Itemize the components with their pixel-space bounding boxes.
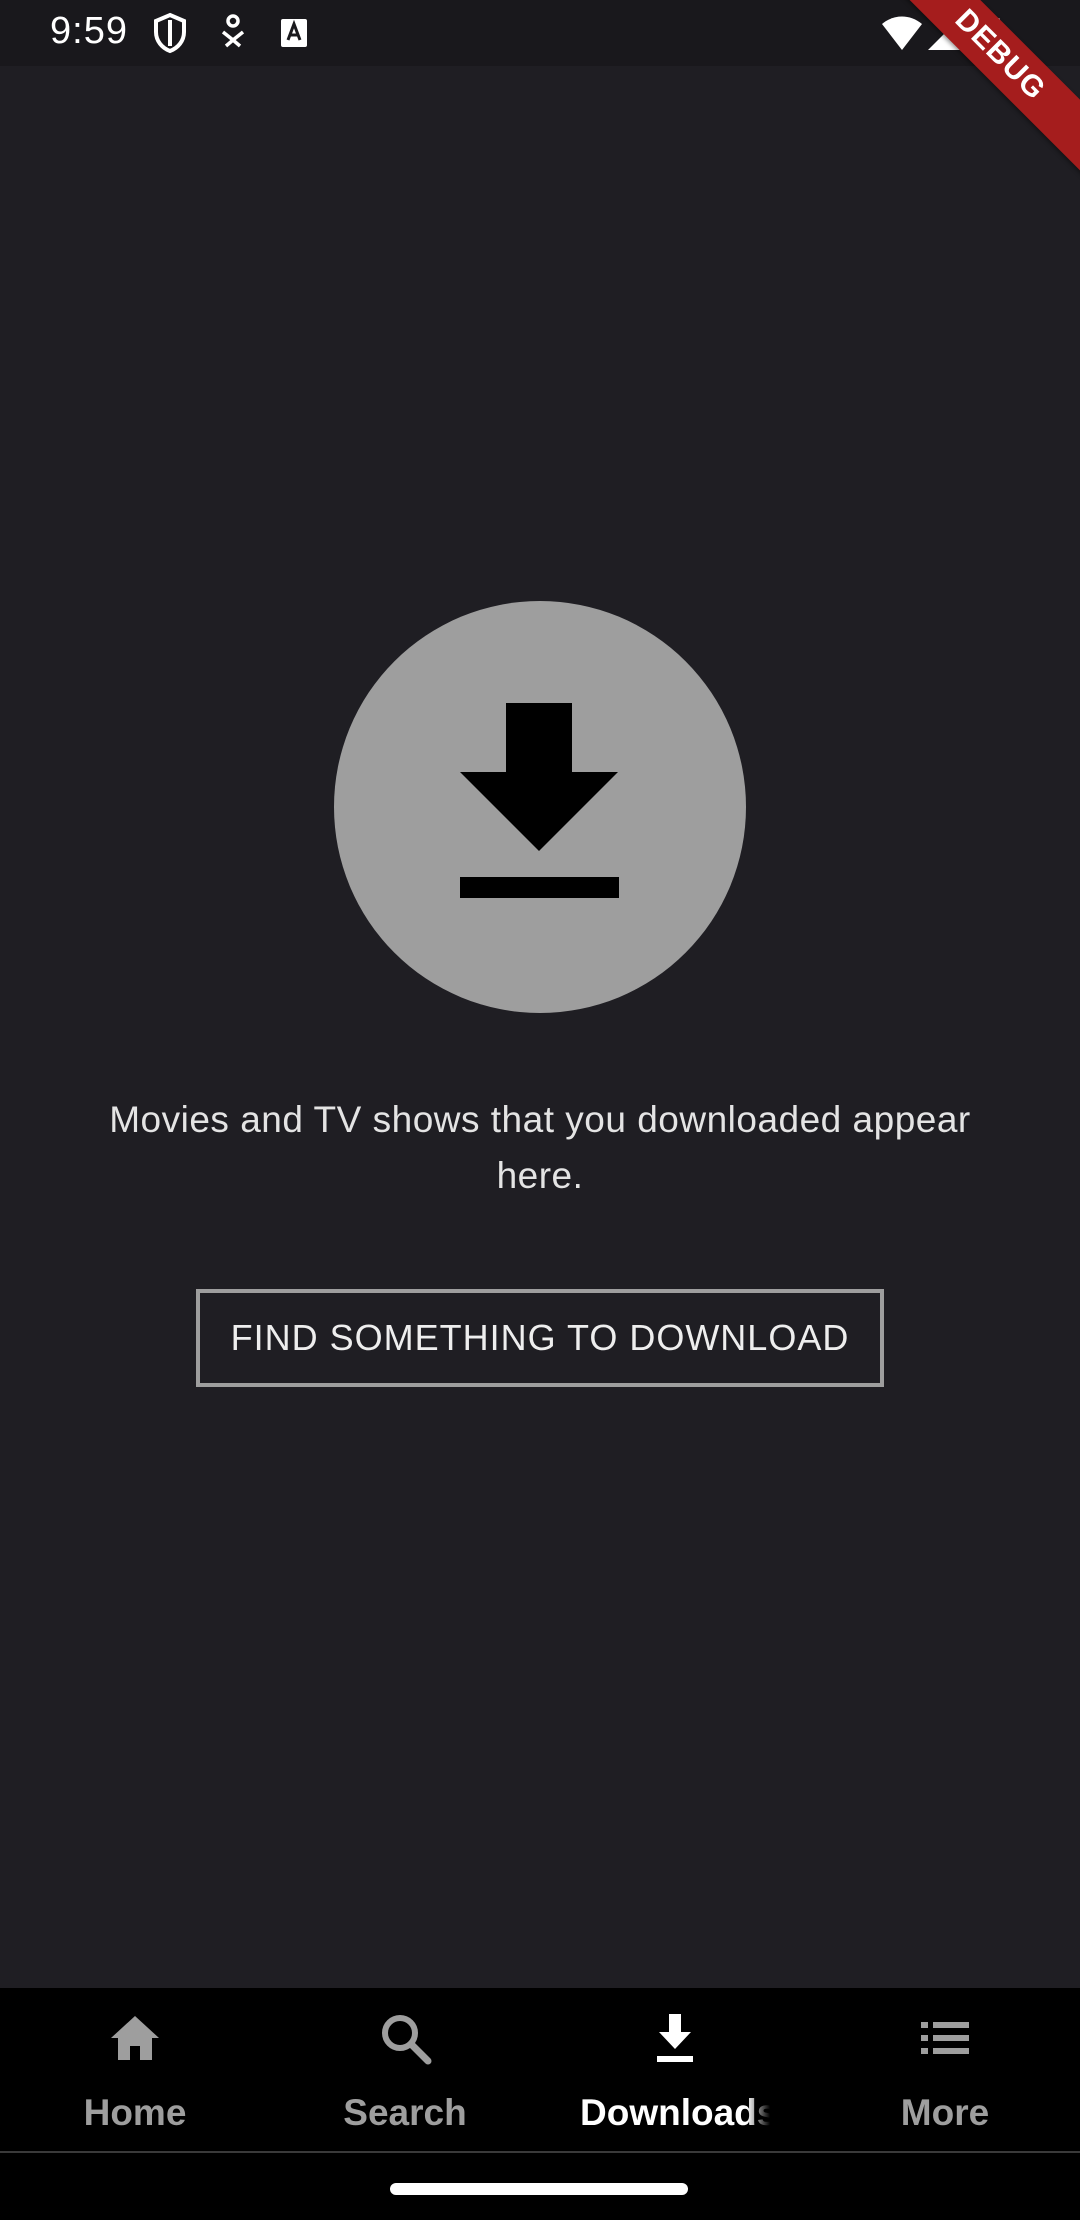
find-something-button-label: FIND SOMETHING TO DOWNLOAD — [230, 1317, 850, 1358]
download-icon — [460, 703, 619, 898]
home-icon — [111, 2016, 159, 2060]
nav-label-downloads: Downloads — [580, 2092, 770, 2133]
nav-label-home: Home — [83, 2092, 187, 2133]
nav-item-home[interactable]: Home — [0, 1988, 270, 2151]
nav-item-downloads[interactable]: Downloads — [540, 1988, 810, 2151]
keyboard-a-icon — [281, 19, 307, 47]
downloads-screen: 9:59 DEBUG Movies and TV shows that you … — [0, 0, 1080, 2220]
nav-label-search: Search — [343, 2092, 467, 2133]
nav-item-search[interactable]: Search — [270, 1988, 540, 2151]
empty-state-message: Movies and TV shows that you downloaded … — [109, 1099, 971, 1196]
wifi-icon — [882, 16, 922, 50]
nav-item-more[interactable]: More — [810, 1988, 1080, 2151]
find-something-button[interactable]: FIND SOMETHING TO DOWNLOAD — [196, 1289, 884, 1387]
status-time: 9:59 — [50, 10, 128, 52]
search-icon — [382, 2015, 432, 2065]
nav-label-more: More — [900, 2092, 990, 2133]
download-icon — [657, 2014, 693, 2062]
shield-icon — [154, 12, 186, 54]
bottom-navigation: Home Search Downloads More — [0, 1988, 1080, 2153]
download-placeholder-circle — [334, 601, 746, 1013]
accessibility-icon — [221, 14, 245, 48]
status-bar: 9:59 — [0, 0, 1080, 66]
gesture-area — [0, 2153, 1080, 2220]
home-gesture-handle[interactable] — [390, 2183, 688, 2195]
list-icon — [921, 2022, 969, 2054]
